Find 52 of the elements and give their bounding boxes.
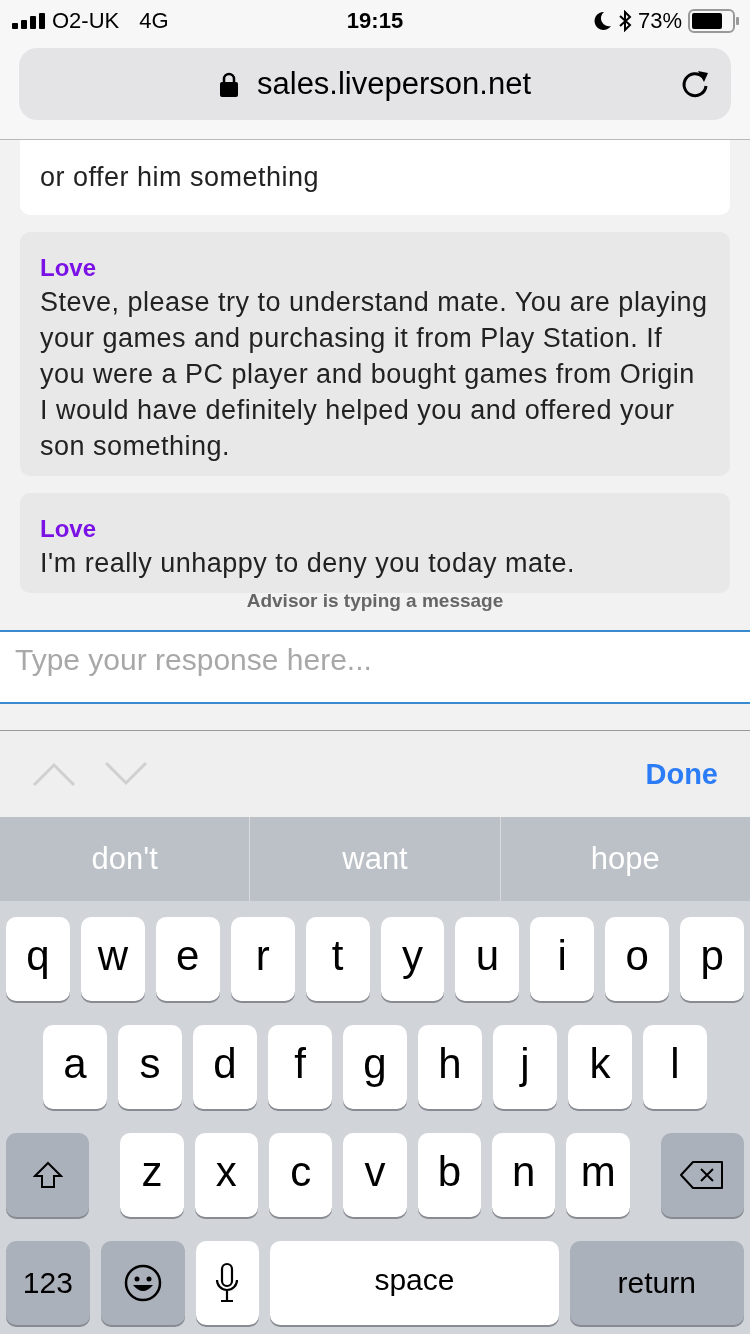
sender-name: Love — [40, 514, 97, 544]
letter-key[interactable]: v — [343, 1133, 407, 1217]
signal-icon — [12, 13, 46, 29]
message-text: Steve, please try to understand mate. You are playing your games and purchasing it from Play Station. If you were a PC player and bought games from Origin I would have definitely helped you and offered your son something. — [40, 286, 709, 463]
letter-key[interactable]: r — [230, 917, 295, 1001]
numbers-key[interactable]: 123 — [6, 1241, 90, 1325]
shift-key[interactable] — [6, 1133, 90, 1217]
letter-key[interactable]: s — [118, 1025, 182, 1109]
letter-key[interactable]: h — [418, 1025, 482, 1109]
letter-key[interactable]: t — [305, 917, 370, 1001]
letter-key[interactable]: i — [530, 917, 595, 1001]
emoji-key[interactable] — [100, 1241, 185, 1325]
message-text: I'm really unhappy to deny you today mate. — [40, 547, 576, 580]
page-url: sales.liveperson.net — [257, 66, 531, 102]
letter-key[interactable]: j — [493, 1025, 557, 1109]
microphone-icon — [214, 1262, 241, 1304]
letter-key[interactable]: m — [566, 1133, 630, 1217]
letter-key[interactable]: w — [80, 917, 145, 1001]
letter-key[interactable]: b — [417, 1133, 482, 1217]
carrier-name: O2-UK — [52, 8, 120, 34]
address-bar[interactable]: sales.liveperson.net — [19, 48, 731, 120]
shift-icon — [32, 1160, 63, 1190]
letter-key[interactable]: q — [5, 917, 70, 1001]
battery-icon — [688, 9, 740, 33]
letter-key[interactable]: d — [193, 1025, 257, 1109]
space-key[interactable]: space — [270, 1241, 559, 1325]
sender-name: Love — [40, 253, 97, 283]
letter-key[interactable]: l — [643, 1025, 707, 1109]
letter-key[interactable]: f — [268, 1025, 332, 1109]
response-field[interactable]: Type your response here... — [0, 630, 750, 704]
letter-key[interactable]: a — [43, 1025, 107, 1109]
return-key[interactable]: return — [569, 1241, 744, 1325]
letter-key[interactable]: p — [680, 917, 745, 1001]
delete-key[interactable] — [660, 1133, 744, 1217]
letter-key[interactable]: k — [568, 1025, 632, 1109]
battery-percent: 73% — [637, 8, 682, 34]
letter-key[interactable]: y — [380, 917, 445, 1001]
letter-key[interactable]: u — [455, 917, 520, 1001]
letter-key[interactable]: o — [605, 917, 670, 1001]
typing-indicator: Advisor is typing a message — [245, 590, 505, 613]
backspace-icon — [679, 1160, 726, 1190]
letter-key[interactable]: c — [268, 1133, 333, 1217]
message-text: or offer him something — [40, 161, 321, 194]
letter-key[interactable]: e — [155, 917, 220, 1001]
network-type: 4G — [139, 8, 169, 34]
smiley-icon — [122, 1263, 163, 1303]
letter-key[interactable]: g — [343, 1025, 407, 1109]
clock-time: 19:15 — [346, 8, 404, 34]
dictation-key[interactable] — [195, 1241, 260, 1325]
letter-key[interactable]: z — [120, 1133, 184, 1217]
letter-key[interactable]: x — [194, 1133, 258, 1217]
letter-key[interactable]: n — [492, 1133, 556, 1217]
